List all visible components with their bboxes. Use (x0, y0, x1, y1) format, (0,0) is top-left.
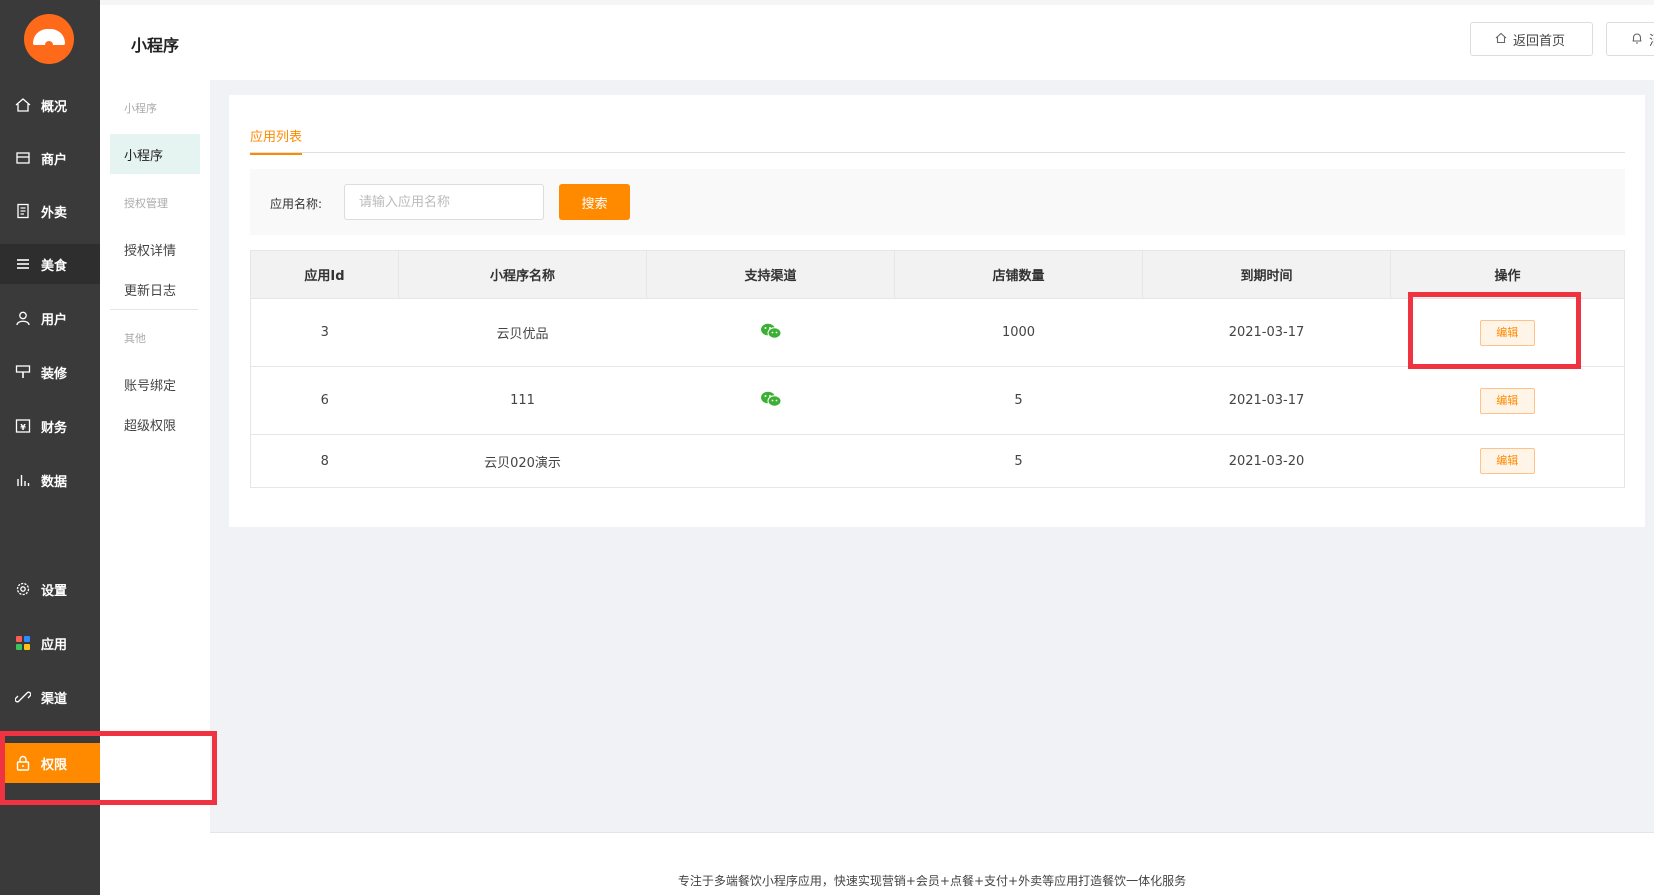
cell-app-name: 云贝优品 (398, 298, 647, 367)
svg-text:¥: ¥ (20, 423, 26, 432)
page-title: 小程序 (131, 36, 180, 55)
home-icon (14, 96, 32, 114)
col-expire: 到期时间 (1142, 250, 1391, 299)
nav-item-settings[interactable]: 设置 (0, 569, 100, 609)
cell-expire: 2021-03-17 (1142, 298, 1391, 367)
col-app-id: 应用Id (250, 250, 399, 299)
user-icon (14, 309, 32, 327)
subnav-divider (110, 309, 198, 310)
edit-button[interactable]: 编辑 (1479, 319, 1535, 346)
nav-item-data[interactable]: 数据 (0, 460, 100, 500)
notify-button-label: 消 (1649, 30, 1654, 49)
bell-icon (1631, 32, 1643, 47)
cell-app-name: 111 (398, 366, 647, 435)
tab-underline (250, 152, 1625, 153)
nav-label: 数据 (41, 474, 68, 490)
nav-item-merchant[interactable]: 商户 (0, 138, 100, 178)
nav-label: 权限 (41, 757, 68, 773)
edit-button[interactable]: 编辑 (1479, 387, 1535, 414)
app-logo[interactable] (24, 14, 74, 64)
nav-label: 应用 (41, 637, 68, 653)
subnav-item-auth-detail[interactable]: 授权详情 (124, 240, 176, 259)
app-name-input[interactable] (344, 184, 544, 220)
col-shop-count: 店铺数量 (894, 250, 1143, 299)
nav-label: 商户 (41, 152, 68, 168)
notify-button[interactable]: 消 (1606, 22, 1654, 56)
cell-expire: 2021-03-20 (1142, 434, 1391, 488)
lock-icon (14, 754, 32, 772)
subnav-item-super-perm[interactable]: 超级权限 (124, 415, 176, 434)
nav-item-user[interactable]: 用户 (0, 298, 100, 338)
nav-item-apps[interactable]: 应用 (0, 623, 100, 663)
subnav-item-update-log[interactable]: 更新日志 (124, 280, 176, 299)
subnav-item-account-bind[interactable]: 账号绑定 (124, 375, 176, 394)
nav-item-decoration[interactable]: 装修 (0, 352, 100, 392)
cell-action: 编辑 (1390, 434, 1625, 488)
page-header (100, 5, 1654, 80)
nav-label: 概况 (41, 99, 68, 115)
table-header-row: 应用Id 小程序名称 支持渠道 店铺数量 到期时间 操作 (250, 250, 1625, 299)
cell-app-id: 3 (250, 298, 399, 367)
finance-icon: ¥ (14, 417, 32, 435)
nav-label: 设置 (41, 583, 68, 599)
cell-app-id: 8 (250, 434, 399, 488)
nav-label: 财务 (41, 420, 68, 436)
app-name-label: 应用名称: (270, 197, 323, 211)
table-row: 8 云贝020演示 5 2021-03-20 编辑 (250, 434, 1625, 488)
nav-label: 渠道 (41, 691, 68, 707)
home-button-label: 返回首页 (1513, 33, 1566, 49)
app-table: 应用Id 小程序名称 支持渠道 店铺数量 到期时间 操作 3 云贝优品 1000… (250, 250, 1625, 488)
nav-item-permission[interactable]: 权限 (0, 743, 100, 783)
cell-channel (646, 298, 895, 367)
cell-shop-count: 5 (894, 434, 1143, 488)
cell-channel (646, 434, 895, 488)
subnav-group-miniprogram: 小程序 (124, 102, 157, 115)
table-row: 3 云贝优品 1000 2021-03-17 编辑 (250, 298, 1625, 367)
edit-button[interactable]: 编辑 (1479, 448, 1535, 474)
subnav-item-miniprogram[interactable]: 小程序 (110, 134, 200, 174)
nav-item-food[interactable]: 美食 (0, 244, 100, 284)
cell-shop-count: 1000 (894, 298, 1143, 367)
nav-label: 用户 (41, 312, 68, 328)
footer-text: 专注于多端餐饮小程序应用，快速实现营销+会员+点餐+支付+外卖等应用打造餐饮一体… (677, 874, 1187, 888)
subnav-group-auth: 授权管理 (124, 197, 168, 210)
nav-item-overview[interactable]: 概况 (0, 85, 100, 125)
cell-action: 编辑 (1390, 298, 1625, 367)
wechat-icon (760, 322, 782, 344)
nav-item-finance[interactable]: ¥ 财务 (0, 406, 100, 446)
gear-icon (14, 580, 32, 598)
nav-label: 装修 (41, 366, 68, 382)
col-channel: 支持渠道 (646, 250, 895, 299)
subnav-group-other: 其他 (124, 332, 146, 345)
cell-action: 编辑 (1390, 366, 1625, 435)
cell-shop-count: 5 (894, 366, 1143, 435)
col-app-name: 小程序名称 (398, 250, 647, 299)
search-button[interactable]: 搜索 (559, 184, 630, 220)
house-icon (1495, 32, 1507, 47)
tab-app-list[interactable]: 应用列表 (250, 126, 303, 155)
takeout-icon (14, 202, 32, 220)
shop-icon (14, 149, 32, 167)
table-row: 6 111 5 2021-03-17 编辑 (250, 366, 1625, 435)
chart-icon (14, 471, 32, 489)
home-button[interactable]: 返回首页 (1470, 22, 1593, 56)
col-action: 操作 (1390, 250, 1625, 299)
cell-app-name: 云贝020演示 (398, 434, 647, 488)
channel-icon (14, 688, 32, 706)
nav-label: 美食 (41, 258, 68, 274)
cell-app-id: 6 (250, 366, 399, 435)
nav-item-channel[interactable]: 渠道 (0, 677, 100, 717)
apps-icon (14, 634, 32, 652)
cell-channel (646, 366, 895, 435)
brush-icon (14, 363, 32, 381)
menu-icon (14, 255, 32, 273)
nav-label: 外卖 (41, 205, 68, 221)
nav-item-takeout[interactable]: 外卖 (0, 191, 100, 231)
wechat-icon (760, 390, 782, 412)
cell-expire: 2021-03-17 (1142, 366, 1391, 435)
